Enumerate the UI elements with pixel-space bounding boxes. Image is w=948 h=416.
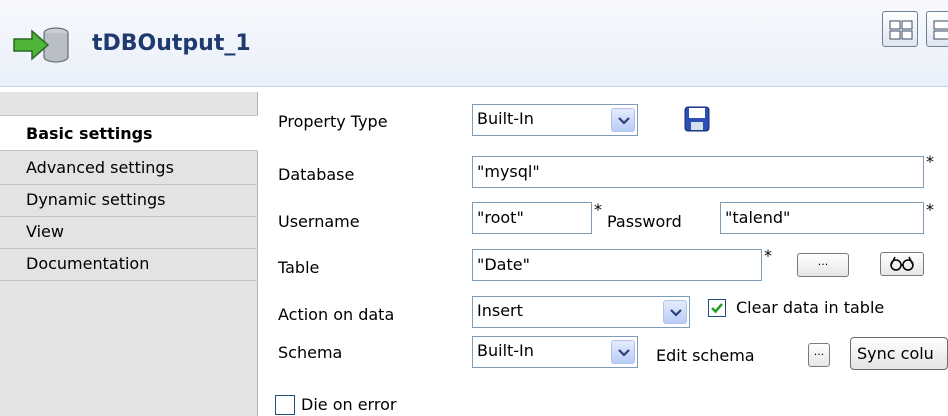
schema-value: Built-In: [477, 341, 534, 360]
required-marker: *: [594, 200, 602, 219]
die-on-error-checkbox[interactable]: [275, 395, 295, 415]
tab-dynamic-settings[interactable]: Dynamic settings: [0, 185, 258, 217]
grid-icon: [889, 20, 913, 40]
checkmark-icon: [711, 303, 723, 314]
property-type-label: Property Type: [278, 112, 388, 131]
required-marker: *: [926, 200, 934, 219]
settings-tabs: Basic settings Advanced settings Dynamic…: [0, 92, 258, 416]
action-on-data-value: Insert: [477, 301, 523, 320]
chevron-down-icon[interactable]: [611, 108, 635, 132]
tab-advanced-settings[interactable]: Advanced settings: [0, 153, 258, 185]
clear-data-label: Clear data in table: [736, 298, 885, 317]
glasses-icon: [890, 256, 914, 271]
schema-select[interactable]: Built-In: [472, 336, 638, 368]
layout-grid-button[interactable]: [882, 11, 918, 47]
tab-view[interactable]: View: [0, 217, 258, 249]
tab-documentation[interactable]: Documentation: [0, 249, 258, 281]
username-label: Username: [278, 212, 360, 231]
property-type-value: Built-In: [477, 109, 534, 128]
list-icon: [933, 20, 948, 40]
schema-label: Schema: [278, 343, 343, 362]
property-type-select[interactable]: Built-In: [472, 104, 638, 136]
sync-columns-button[interactable]: Sync colu: [850, 337, 948, 370]
die-on-error-label: Die on error: [301, 395, 397, 414]
edit-schema-label: Edit schema: [656, 346, 755, 365]
username-input[interactable]: "root": [472, 202, 592, 234]
component-title: tDBOutput_1: [92, 31, 251, 56]
action-on-data-select[interactable]: Insert: [472, 296, 690, 328]
action-on-data-label: Action on data: [278, 305, 395, 324]
database-input[interactable]: "mysql": [472, 156, 924, 188]
chevron-down-icon[interactable]: [663, 300, 687, 324]
browse-table-button[interactable]: ...: [797, 253, 849, 277]
chevron-down-icon[interactable]: [611, 340, 635, 364]
edit-schema-button[interactable]: ...: [808, 343, 830, 367]
header-divider: [0, 86, 948, 87]
table-label: Table: [278, 258, 320, 277]
guess-query-button[interactable]: [880, 252, 924, 276]
password-input[interactable]: "talend": [720, 202, 924, 234]
layout-list-button[interactable]: [926, 11, 948, 47]
tab-basic-settings[interactable]: Basic settings: [0, 115, 258, 151]
required-marker: *: [764, 246, 772, 265]
save-icon[interactable]: [684, 106, 710, 132]
db-output-icon: [13, 27, 69, 63]
required-marker: *: [926, 152, 934, 171]
database-label: Database: [278, 165, 355, 184]
password-label: Password: [607, 212, 682, 231]
clear-data-checkbox[interactable]: [708, 299, 726, 317]
table-input[interactable]: "Date": [472, 249, 762, 281]
component-header: tDBOutput_1: [0, 0, 948, 87]
